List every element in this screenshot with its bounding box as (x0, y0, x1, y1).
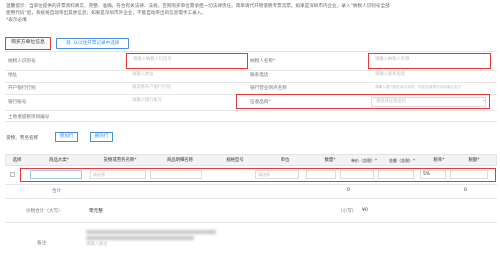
taxpayer-id-input[interactable]: 请输入纳税人识别号 (129, 55, 245, 66)
row-checkbox[interactable] (10, 172, 15, 177)
col-goods-name: 货物或劳务名称* (103, 158, 137, 163)
remark-textarea[interactable]: 请输入备注 (84, 227, 414, 259)
import-history-button[interactable]: ⛓ 从以往开票记录中选择 (56, 38, 129, 49)
category-select[interactable] (30, 170, 82, 179)
goods-name-placeholder: 请选择 (93, 172, 105, 177)
lower-value: ¥0 (362, 208, 368, 213)
col-spec: 规格型号 (226, 158, 244, 163)
bank-account-input[interactable]: 请输入银行账号 (128, 97, 246, 106)
bank-account-label: 银行账号 (8, 100, 27, 105)
phone-label: 联系电话 (250, 73, 269, 78)
link-icon: ⛓ (65, 41, 72, 46)
unit-select[interactable]: 请选择 (255, 170, 299, 179)
taxpayer-id-label: 纳税人识别号 (8, 59, 36, 64)
remark-redacted-line-2 (86, 236, 194, 240)
form-top-divider (5, 51, 497, 52)
lower-label: （小写） (338, 209, 357, 214)
col-tax-rate: 税率* (433, 158, 445, 163)
bank-select[interactable]: 请选择开户银行行别 (128, 84, 246, 93)
form-divider-4 (5, 110, 497, 111)
land-tax-label: 土地增值税项目编号 (8, 115, 50, 120)
add-row-button[interactable]: 增加行 (55, 132, 78, 142)
phone-input[interactable]: 请输入联系电话 (371, 71, 489, 80)
col-item-detail: 商品明细名称 (166, 158, 194, 163)
col-category: 商品大类* (49, 158, 69, 163)
capital-value: 零元整 (89, 209, 103, 214)
col-select: 选择 (12, 158, 22, 163)
capital-label: 价税合计（大写） (26, 209, 63, 214)
tax-amount-input[interactable] (450, 170, 488, 179)
goods-table-header: 选择 商品大类* 货物或劳务名称* 商品明细名称 规格型号 单位 数量* 单价（… (5, 154, 497, 166)
notice-text: 温馨提示：当单位提供的开票资料真实、完整、准确，符合有关法律、法规，否则购买单位… (6, 3, 496, 25)
notice-line-3: *表示必填 (6, 17, 496, 24)
table-divider-2 (5, 198, 497, 199)
bank-branch-input[interactable]: 请输入银行营业网点名称，例如招商银行深圳南山支行 (371, 84, 495, 93)
table-divider-3 (5, 222, 497, 223)
col-amount: 金额（含税）* (389, 158, 415, 163)
notice-line-1: 温馨提示：当单位提供的开票资料真实、完整、准确，符合有关法律、法规，否则购买单位… (6, 4, 390, 9)
goods-type-label: 征收品目* (250, 100, 271, 105)
import-history-button-label: 从以往开票记录中选择 (73, 41, 120, 46)
taxpayer-name-label: 纳税人名称* (250, 59, 276, 64)
goods-type-select[interactable]: 请选择征收品目 (371, 97, 486, 107)
taxpayer-name-input[interactable]: 请输入纳税人名称 (371, 55, 488, 66)
unit-placeholder: 请选择 (258, 172, 270, 177)
goods-section-label: 货物、劳务名称 (6, 136, 39, 141)
table-divider-1 (5, 184, 497, 185)
remark-placeholder: 请输入备注 (86, 242, 108, 247)
address-input[interactable]: 请输入地址 (128, 71, 246, 80)
address-label: 地址 (8, 73, 18, 78)
buyer-section-tab-label: 购买方单位信息 (11, 40, 45, 45)
buyer-section-tab[interactable]: 购买方单位信息 (5, 37, 51, 50)
col-tax-amount: 税额* (468, 158, 480, 163)
total-tax: 0 (464, 188, 467, 193)
tax-rate-value: 5% (423, 172, 430, 177)
form-divider-5 (5, 121, 497, 122)
form-divider-2 (5, 82, 497, 83)
total-amount: 0 (347, 188, 350, 193)
total-label: 合计 (52, 189, 62, 194)
chevron-down-icon: ⌄ (482, 97, 487, 103)
amount-input[interactable] (378, 170, 414, 179)
delete-row-button[interactable]: 删除行 (90, 132, 113, 142)
tax-rate-select[interactable]: 5% (420, 170, 446, 179)
notice-line-2: 使用代码”后，系统将自动带出其余信息；如果是深圳市外企业，不能自动带出的信息需手… (6, 11, 206, 17)
required-note: 表示必填 (8, 18, 27, 24)
remark-redacted-line-1 (86, 230, 216, 234)
col-unit: 单位 (280, 158, 290, 163)
remark-label: 备注 (37, 241, 47, 246)
goods-name-select[interactable]: 请选择 (90, 170, 146, 179)
quantity-input[interactable] (306, 170, 336, 179)
bank-label: 开户银行行别 (8, 86, 36, 91)
unit-price-input[interactable] (340, 170, 374, 179)
item-detail-select[interactable] (150, 170, 202, 179)
bank-branch-label: 银行营业网点名称 (250, 86, 287, 91)
